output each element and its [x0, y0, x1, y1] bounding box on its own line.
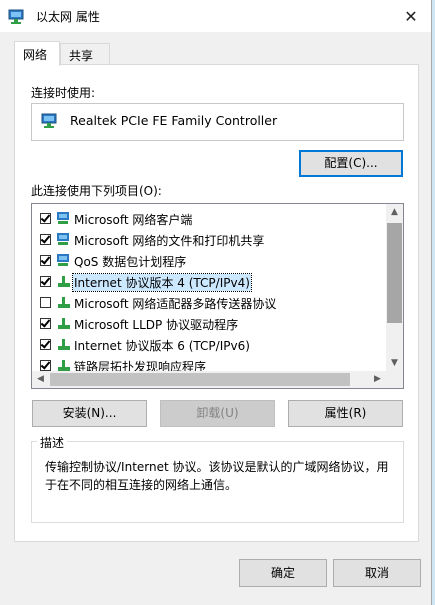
scroll-corner	[386, 371, 403, 388]
components-list[interactable]: Microsoft 网络客户端 Microsoft 网络的文件和打印机共享 Qo…	[31, 203, 404, 389]
scroll-up-icon[interactable]: ▲	[386, 204, 403, 221]
checkbox[interactable]	[40, 234, 51, 245]
close-button[interactable]: ✕	[391, 0, 431, 32]
tab-sharing-label: 共享	[69, 49, 94, 63]
network-client-icon	[56, 232, 72, 249]
checkbox[interactable]	[40, 276, 51, 287]
horizontal-scrollbar[interactable]: ◀ ▶	[32, 371, 403, 388]
protocol-icon	[56, 337, 72, 354]
install-button[interactable]: 安装(N)...	[32, 400, 147, 427]
description-text: 传输控制协议/Internet 协议。该协议是默认的广域网络协议，用于在不同的相…	[45, 460, 389, 492]
items-label: 此连接使用下列项目(O):	[31, 184, 162, 198]
item-label: Microsoft 网络适配器多路传送器协议	[74, 297, 277, 311]
scroll-right-icon[interactable]: ▶	[369, 371, 386, 388]
connect-using-label: 连接时使用:	[31, 86, 96, 100]
item-label: Microsoft 网络客户端	[74, 213, 193, 227]
item-label: QoS 数据包计划程序	[74, 255, 187, 269]
close-icon: ✕	[404, 6, 418, 26]
vertical-scrollbar[interactable]: ▲ ▼	[386, 204, 403, 372]
item-label: Internet 协议版本 6 (TCP/IPv6)	[74, 339, 250, 353]
item-label: Internet 协议版本 4 (TCP/IPv4)	[72, 273, 252, 292]
properties-window: 以太网 属性 ✕ 网络 共享 连接时使用: Realtek PCIe FE Fa…	[0, 0, 432, 605]
network-client-icon	[56, 211, 72, 228]
checkbox[interactable]	[40, 318, 51, 329]
checkbox[interactable]	[40, 360, 51, 371]
scroll-left-icon[interactable]: ◀	[32, 371, 49, 388]
title-bar: 以太网 属性 ✕	[0, 0, 431, 32]
item-label: Microsoft LLDP 协议驱动程序	[74, 318, 239, 332]
checkbox[interactable]	[40, 339, 51, 350]
list-item[interactable]: Microsoft 网络适配器多路传送器协议	[34, 292, 384, 313]
uninstall-button[interactable]: 卸载(U)	[160, 400, 275, 427]
list-item[interactable]: QoS 数据包计划程序	[34, 250, 384, 271]
horizontal-scroll-thumb[interactable]	[50, 373, 350, 386]
list-item[interactable]: Microsoft 网络的文件和打印机共享	[34, 229, 384, 250]
checkbox[interactable]	[40, 297, 51, 308]
list-item[interactable]: Microsoft LLDP 协议驱动程序	[34, 313, 384, 334]
adapter-name: Realtek PCIe FE Family Controller	[70, 113, 278, 128]
configure-button[interactable]: 配置(C)...	[299, 150, 403, 177]
network-adapter-icon	[8, 9, 26, 28]
vertical-scroll-thumb[interactable]	[387, 223, 402, 323]
description-title: 描述	[37, 434, 68, 451]
tab-sharing[interactable]: 共享	[60, 43, 110, 64]
checkbox[interactable]	[40, 213, 51, 224]
cancel-button[interactable]: 取消	[333, 559, 421, 587]
ok-button[interactable]: 确定	[239, 559, 327, 587]
list-item-selected[interactable]: Internet 协议版本 4 (TCP/IPv4)	[34, 271, 384, 292]
protocol-icon	[56, 274, 72, 291]
protocol-icon	[56, 316, 72, 333]
scroll-down-icon[interactable]: ▼	[386, 355, 403, 372]
checkbox[interactable]	[40, 255, 51, 266]
network-client-icon	[56, 253, 72, 270]
item-label: Microsoft 网络的文件和打印机共享	[74, 234, 265, 248]
protocol-icon	[56, 295, 72, 312]
network-adapter-icon	[41, 113, 59, 132]
window-title: 以太网 属性	[36, 10, 100, 24]
tab-network-label: 网络	[23, 48, 48, 62]
list-item[interactable]: Microsoft 网络客户端	[34, 208, 384, 229]
tab-network[interactable]: 网络	[14, 41, 60, 66]
adapter-field: Realtek PCIe FE Family Controller	[31, 103, 404, 141]
list-item[interactable]: Internet 协议版本 6 (TCP/IPv6)	[34, 334, 384, 355]
properties-button[interactable]: 属性(R)	[288, 400, 403, 427]
